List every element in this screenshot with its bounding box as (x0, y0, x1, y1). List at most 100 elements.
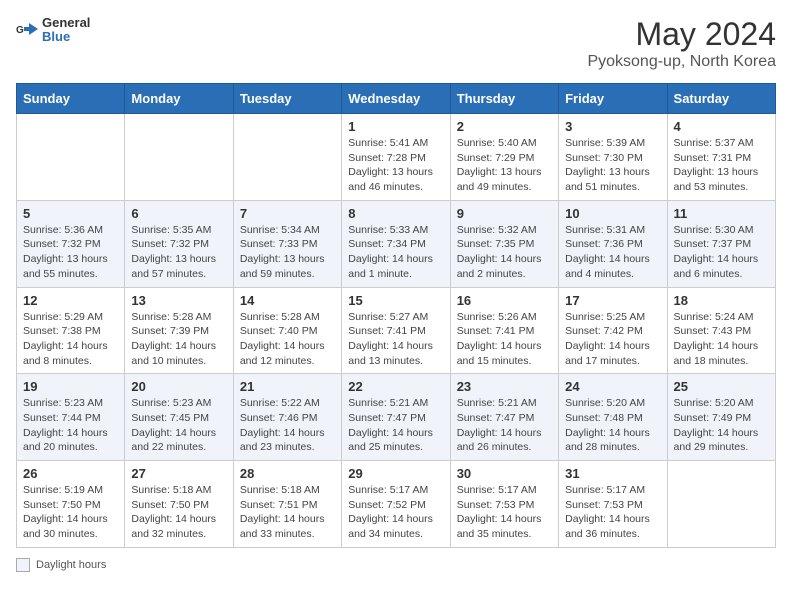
logo-general: General (42, 16, 90, 30)
calendar-cell: 24 Sunrise: 5:20 AM Sunset: 7:48 PM Dayli… (559, 374, 667, 461)
day-number: 8 (348, 206, 443, 221)
day-number: 9 (457, 206, 552, 221)
title-block: May 2024 Pyoksong-up, North Korea (587, 16, 776, 71)
calendar-cell: 29 Sunrise: 5:17 AM Sunset: 7:52 PM Dayli… (342, 461, 450, 548)
day-info: Sunrise: 5:22 AM Sunset: 7:46 PM Dayligh… (240, 396, 335, 455)
day-info: Sunrise: 5:18 AM Sunset: 7:50 PM Dayligh… (131, 483, 226, 542)
day-number: 1 (348, 119, 443, 134)
day-info: Sunrise: 5:21 AM Sunset: 7:47 PM Dayligh… (348, 396, 443, 455)
header-cell-tuesday: Tuesday (233, 84, 341, 114)
week-row: 19 Sunrise: 5:23 AM Sunset: 7:44 PM Dayli… (17, 374, 776, 461)
week-row: 26 Sunrise: 5:19 AM Sunset: 7:50 PM Dayli… (17, 461, 776, 548)
day-info: Sunrise: 5:32 AM Sunset: 7:35 PM Dayligh… (457, 223, 552, 282)
header-cell-wednesday: Wednesday (342, 84, 450, 114)
logo: G General Blue (16, 16, 90, 45)
footer: Daylight hours (16, 558, 776, 572)
calendar-cell: 20 Sunrise: 5:23 AM Sunset: 7:45 PM Dayli… (125, 374, 233, 461)
day-info: Sunrise: 5:26 AM Sunset: 7:41 PM Dayligh… (457, 310, 552, 369)
calendar-cell: 22 Sunrise: 5:21 AM Sunset: 7:47 PM Dayli… (342, 374, 450, 461)
calendar-cell (125, 114, 233, 201)
week-row: 5Sunrise: 5:36 AM Sunset: 7:32 PM Daylig… (17, 200, 776, 287)
calendar-cell (233, 114, 341, 201)
calendar-cell: 21Sunrise: 5:22 AM Sunset: 7:46 PM Dayli… (233, 374, 341, 461)
day-number: 15 (348, 293, 443, 308)
day-info: Sunrise: 5:40 AM Sunset: 7:29 PM Dayligh… (457, 136, 552, 195)
day-number: 19 (23, 379, 118, 394)
day-info: Sunrise: 5:28 AM Sunset: 7:40 PM Dayligh… (240, 310, 335, 369)
day-number: 2 (457, 119, 552, 134)
subtitle: Pyoksong-up, North Korea (587, 53, 776, 71)
day-info: Sunrise: 5:35 AM Sunset: 7:32 PM Dayligh… (131, 223, 226, 282)
header-cell-saturday: Saturday (667, 84, 775, 114)
day-number: 3 (565, 119, 660, 134)
calendar-cell: 18Sunrise: 5:24 AM Sunset: 7:43 PM Dayli… (667, 287, 775, 374)
day-info: Sunrise: 5:20 AM Sunset: 7:49 PM Dayligh… (674, 396, 769, 455)
day-number: 14 (240, 293, 335, 308)
calendar-body: 1 Sunrise: 5:41 AM Sunset: 7:28 PM Daylig… (17, 114, 776, 548)
day-number: 22 (348, 379, 443, 394)
day-info: Sunrise: 5:28 AM Sunset: 7:39 PM Dayligh… (131, 310, 226, 369)
day-number: 29 (348, 466, 443, 481)
calendar-cell: 2 Sunrise: 5:40 AM Sunset: 7:29 PM Daylig… (450, 114, 558, 201)
calendar-cell: 3 Sunrise: 5:39 AM Sunset: 7:30 PM Daylig… (559, 114, 667, 201)
day-info: Sunrise: 5:27 AM Sunset: 7:41 PM Dayligh… (348, 310, 443, 369)
day-number: 20 (131, 379, 226, 394)
day-info: Sunrise: 5:17 AM Sunset: 7:53 PM Dayligh… (565, 483, 660, 542)
calendar-cell: 25 Sunrise: 5:20 AM Sunset: 7:49 PM Dayli… (667, 374, 775, 461)
day-number: 6 (131, 206, 226, 221)
day-number: 30 (457, 466, 552, 481)
calendar-cell: 1 Sunrise: 5:41 AM Sunset: 7:28 PM Daylig… (342, 114, 450, 201)
day-number: 24 (565, 379, 660, 394)
day-info: Sunrise: 5:30 AM Sunset: 7:37 PM Dayligh… (674, 223, 769, 282)
header-cell-sunday: Sunday (17, 84, 125, 114)
calendar-cell: 28 Sunrise: 5:18 AM Sunset: 7:51 PM Dayli… (233, 461, 341, 548)
day-info: Sunrise: 5:29 AM Sunset: 7:38 PM Dayligh… (23, 310, 118, 369)
header-cell-friday: Friday (559, 84, 667, 114)
header-cell-monday: Monday (125, 84, 233, 114)
calendar-cell: 5Sunrise: 5:36 AM Sunset: 7:32 PM Daylig… (17, 200, 125, 287)
week-row: 12 Sunrise: 5:29 AM Sunset: 7:38 PM Dayli… (17, 287, 776, 374)
calendar-cell: 27Sunrise: 5:18 AM Sunset: 7:50 PM Dayli… (125, 461, 233, 548)
day-info: Sunrise: 5:25 AM Sunset: 7:42 PM Dayligh… (565, 310, 660, 369)
day-info: Sunrise: 5:23 AM Sunset: 7:44 PM Dayligh… (23, 396, 118, 455)
header-row: SundayMondayTuesdayWednesdayThursdayFrid… (17, 84, 776, 114)
calendar-cell: 19 Sunrise: 5:23 AM Sunset: 7:44 PM Dayli… (17, 374, 125, 461)
calendar-cell (17, 114, 125, 201)
calendar-cell: 26 Sunrise: 5:19 AM Sunset: 7:50 PM Dayli… (17, 461, 125, 548)
day-info: Sunrise: 5:34 AM Sunset: 7:33 PM Dayligh… (240, 223, 335, 282)
calendar-cell: 9 Sunrise: 5:32 AM Sunset: 7:35 PM Daylig… (450, 200, 558, 287)
day-info: Sunrise: 5:23 AM Sunset: 7:45 PM Dayligh… (131, 396, 226, 455)
day-number: 28 (240, 466, 335, 481)
day-info: Sunrise: 5:31 AM Sunset: 7:36 PM Dayligh… (565, 223, 660, 282)
day-number: 10 (565, 206, 660, 221)
logo-icon: G (16, 19, 38, 41)
day-info: Sunrise: 5:20 AM Sunset: 7:48 PM Dayligh… (565, 396, 660, 455)
day-number: 12 (23, 293, 118, 308)
daylight-indicator (16, 558, 30, 572)
day-info: Sunrise: 5:17 AM Sunset: 7:52 PM Dayligh… (348, 483, 443, 542)
calendar-cell: 16Sunrise: 5:26 AM Sunset: 7:41 PM Dayli… (450, 287, 558, 374)
day-info: Sunrise: 5:19 AM Sunset: 7:50 PM Dayligh… (23, 483, 118, 542)
calendar-cell: 13 Sunrise: 5:28 AM Sunset: 7:39 PM Dayli… (125, 287, 233, 374)
day-number: 17 (565, 293, 660, 308)
calendar-cell: 17 Sunrise: 5:25 AM Sunset: 7:42 PM Dayli… (559, 287, 667, 374)
page-header: G General Blue May 2024 Pyoksong-up, Nor… (16, 16, 776, 71)
calendar-table: SundayMondayTuesdayWednesdayThursdayFrid… (16, 83, 776, 548)
calendar-cell: 7Sunrise: 5:34 AM Sunset: 7:33 PM Daylig… (233, 200, 341, 287)
header-cell-thursday: Thursday (450, 84, 558, 114)
day-number: 25 (674, 379, 769, 394)
svg-text:G: G (16, 25, 24, 36)
day-number: 23 (457, 379, 552, 394)
day-info: Sunrise: 5:17 AM Sunset: 7:53 PM Dayligh… (457, 483, 552, 542)
day-number: 26 (23, 466, 118, 481)
day-info: Sunrise: 5:21 AM Sunset: 7:47 PM Dayligh… (457, 396, 552, 455)
day-info: Sunrise: 5:24 AM Sunset: 7:43 PM Dayligh… (674, 310, 769, 369)
day-info: Sunrise: 5:39 AM Sunset: 7:30 PM Dayligh… (565, 136, 660, 195)
calendar-cell: 30 Sunrise: 5:17 AM Sunset: 7:53 PM Dayli… (450, 461, 558, 548)
day-info: Sunrise: 5:41 AM Sunset: 7:28 PM Dayligh… (348, 136, 443, 195)
day-number: 13 (131, 293, 226, 308)
calendar-cell: 15 Sunrise: 5:27 AM Sunset: 7:41 PM Dayli… (342, 287, 450, 374)
day-info: Sunrise: 5:18 AM Sunset: 7:51 PM Dayligh… (240, 483, 335, 542)
main-title: May 2024 (587, 16, 776, 53)
day-info: Sunrise: 5:33 AM Sunset: 7:34 PM Dayligh… (348, 223, 443, 282)
